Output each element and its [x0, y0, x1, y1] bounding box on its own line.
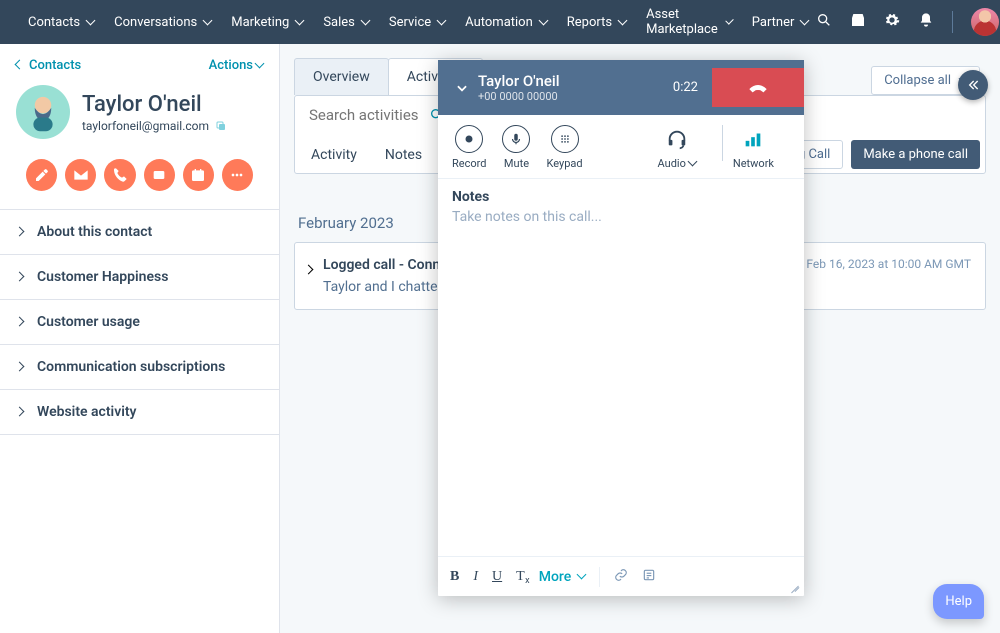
- call-notes-placeholder[interactable]: Take notes on this call...: [452, 209, 790, 225]
- resize-handle-icon[interactable]: [788, 580, 800, 592]
- nav-partner[interactable]: Partner: [744, 1, 817, 43]
- chevron-right-icon: [305, 259, 318, 278]
- help-button[interactable]: Help: [933, 584, 984, 619]
- activity-timestamp: Feb 16, 2023 at 10:00 AM GMT: [806, 257, 971, 271]
- notifications-bell-icon[interactable]: [918, 12, 934, 32]
- actions-dropdown[interactable]: Actions: [209, 58, 263, 73]
- keypad-tool[interactable]: Keypad: [546, 125, 582, 170]
- call-contact-number: +00 0000 00000: [478, 90, 659, 103]
- nav-sales[interactable]: Sales: [315, 1, 377, 43]
- log-action-button[interactable]: [144, 159, 175, 191]
- subtab-activity[interactable]: Activity: [309, 139, 359, 173]
- nav-conversations[interactable]: Conversations: [106, 1, 219, 43]
- search-activities-input[interactable]: [309, 106, 429, 124]
- bold-button[interactable]: B: [450, 569, 459, 585]
- hangup-button[interactable]: [712, 68, 804, 107]
- underline-button[interactable]: U: [492, 569, 502, 585]
- make-phone-call-button[interactable]: Make a phone call: [851, 140, 980, 169]
- network-tool[interactable]: Network: [733, 125, 774, 170]
- subtab-notes[interactable]: Notes: [383, 139, 424, 173]
- call-contact-name: Taylor O'neil: [478, 72, 659, 90]
- schedule-action-button[interactable]: [183, 159, 214, 191]
- audio-tool[interactable]: Audio: [658, 125, 696, 170]
- italic-button[interactable]: I: [473, 569, 478, 585]
- clear-format-button[interactable]: Tx: [516, 569, 525, 585]
- email-action-button[interactable]: [65, 159, 96, 191]
- more-formatting-button[interactable]: More: [539, 569, 586, 585]
- call-notes-heading: Notes: [452, 189, 790, 205]
- call-panel: Taylor O'neil +00 0000 00000 0:22 Record…: [438, 60, 804, 596]
- user-avatar[interactable]: [971, 8, 999, 36]
- expand-right-panel-button[interactable]: [958, 70, 988, 100]
- settings-gear-icon[interactable]: [884, 12, 900, 32]
- top-nav: Contacts Conversations Marketing Sales S…: [0, 0, 1000, 44]
- copy-icon[interactable]: [215, 120, 227, 132]
- link-icon[interactable]: [614, 567, 628, 586]
- rich-text-toolbar: B I U Tx More: [438, 556, 804, 596]
- nav-automation[interactable]: Automation: [457, 1, 555, 43]
- accordion-website-activity[interactable]: Website activity: [0, 390, 279, 435]
- snippet-icon[interactable]: [642, 567, 656, 586]
- mute-tool[interactable]: Mute: [502, 125, 530, 170]
- search-icon[interactable]: [816, 12, 832, 32]
- nav-menu: Contacts Conversations Marketing Sales S…: [20, 1, 816, 43]
- nav-marketing[interactable]: Marketing: [223, 1, 311, 43]
- contact-email[interactable]: taylorfoneil@gmail.com: [82, 119, 209, 133]
- tab-overview[interactable]: Overview: [294, 58, 389, 95]
- accordion-communication-subscriptions[interactable]: Communication subscriptions: [0, 345, 279, 390]
- accordion-customer-usage[interactable]: Customer usage: [0, 300, 279, 345]
- contact-avatar[interactable]: [16, 85, 70, 139]
- call-action-button[interactable]: [104, 159, 135, 191]
- more-action-button[interactable]: [222, 159, 253, 191]
- record-tool[interactable]: Record: [452, 125, 486, 170]
- marketplace-icon[interactable]: [850, 12, 866, 32]
- call-timer: 0:22: [659, 80, 712, 95]
- contact-sidebar: Contacts Actions Taylor O'neil taylorfon…: [0, 44, 280, 633]
- contact-name: Taylor O'neil: [82, 92, 227, 117]
- accordion-about-contact[interactable]: About this contact: [0, 210, 279, 255]
- nav-asset-marketplace[interactable]: Asset Marketplace: [638, 1, 740, 43]
- nav-reports[interactable]: Reports: [559, 1, 634, 43]
- nav-contacts[interactable]: Contacts: [20, 1, 102, 43]
- note-action-button[interactable]: [26, 159, 57, 191]
- nav-service[interactable]: Service: [381, 1, 453, 43]
- accordion-customer-happiness[interactable]: Customer Happiness: [0, 255, 279, 300]
- call-collapse-chevron-icon[interactable]: [450, 81, 474, 95]
- back-to-contacts-link[interactable]: Contacts: [16, 58, 81, 73]
